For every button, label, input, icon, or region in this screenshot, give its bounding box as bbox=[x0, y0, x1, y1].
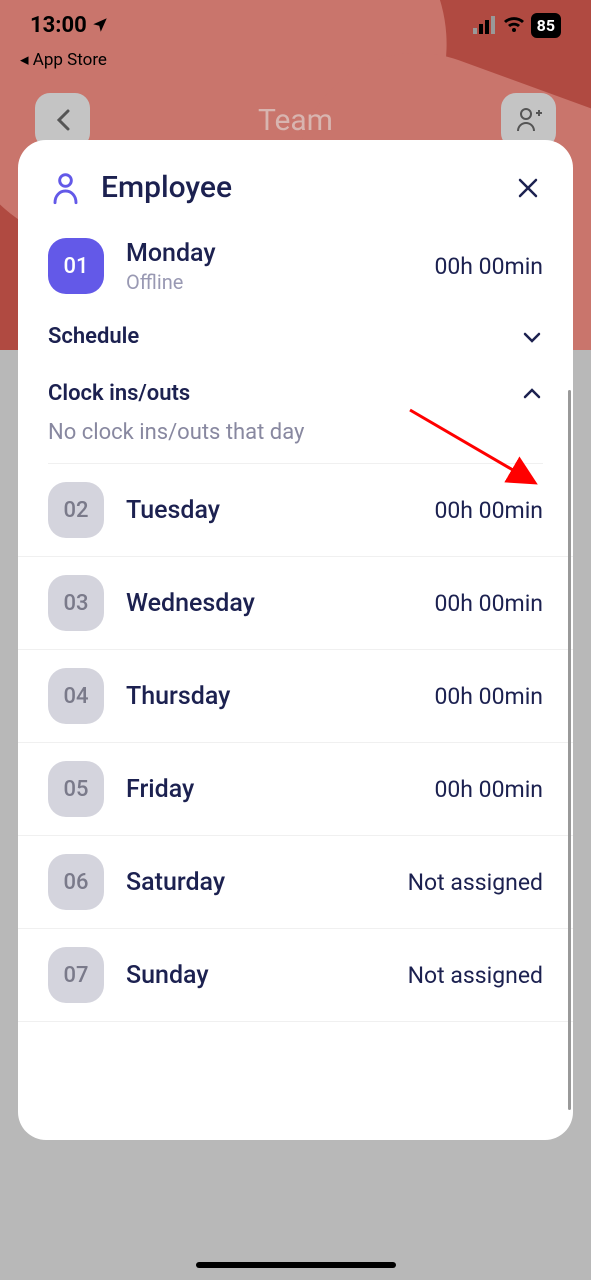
clock-toggle[interactable]: Clock ins/outs bbox=[48, 371, 543, 416]
day-info: Friday bbox=[126, 775, 434, 804]
schedule-label: Schedule bbox=[48, 324, 139, 349]
day-duration: 00h 00min bbox=[434, 497, 543, 524]
close-button[interactable] bbox=[513, 173, 543, 203]
scrollbar[interactable] bbox=[568, 390, 571, 1110]
day-duration: 00h 00min bbox=[434, 776, 543, 803]
day-info: Thursday bbox=[126, 682, 434, 711]
day-badge: 04 bbox=[48, 668, 104, 724]
day-row-selected[interactable]: 01 Monday Offline 00h 00min bbox=[18, 220, 573, 302]
day-info: Saturday bbox=[126, 868, 408, 897]
day-duration: 00h 00min bbox=[434, 683, 543, 710]
status-time: 13:00 bbox=[30, 13, 109, 38]
day-name: Sunday bbox=[126, 961, 408, 990]
day-row[interactable]: 06 Saturday Not assigned bbox=[18, 836, 573, 929]
person-icon bbox=[48, 170, 83, 205]
day-badge: 06 bbox=[48, 854, 104, 910]
day-badge: 05 bbox=[48, 761, 104, 817]
status-bar: 13:00 85 bbox=[0, 0, 591, 50]
day-duration: Not assigned bbox=[408, 962, 543, 989]
status-right: 85 bbox=[473, 13, 561, 38]
day-name: Saturday bbox=[126, 868, 408, 897]
close-icon bbox=[516, 176, 540, 200]
signal-icon bbox=[473, 16, 497, 34]
clock-label: Clock ins/outs bbox=[48, 381, 190, 406]
day-badge: 03 bbox=[48, 575, 104, 631]
day-duration: 00h 00min bbox=[434, 590, 543, 617]
day-name: Monday bbox=[126, 239, 434, 268]
day-status: Offline bbox=[126, 270, 434, 294]
day-info: Monday Offline bbox=[126, 239, 434, 294]
schedule-toggle[interactable]: Schedule bbox=[48, 314, 543, 359]
chevron-down-icon bbox=[521, 326, 543, 348]
person-plus-icon bbox=[514, 105, 544, 135]
day-duration: 00h 00min bbox=[434, 253, 543, 280]
clock-section: Clock ins/outs No clock ins/outs that da… bbox=[18, 359, 573, 464]
home-indicator[interactable] bbox=[196, 1262, 396, 1268]
modal-title: Employee bbox=[101, 170, 513, 205]
day-row[interactable]: 03 Wednesday 00h 00min bbox=[18, 557, 573, 650]
battery-level: 85 bbox=[531, 13, 561, 38]
wifi-icon bbox=[503, 16, 525, 34]
day-row[interactable]: 05 Friday 00h 00min bbox=[18, 743, 573, 836]
day-name: Wednesday bbox=[126, 589, 434, 618]
modal-header: Employee bbox=[18, 170, 573, 220]
chevron-left-icon bbox=[56, 109, 70, 131]
day-info: Sunday bbox=[126, 961, 408, 990]
day-info: Wednesday bbox=[126, 589, 434, 618]
chevron-up-icon bbox=[521, 383, 543, 405]
day-badge: 01 bbox=[48, 238, 104, 294]
employee-modal: Employee 01 Monday Offline 00h 00min Sch… bbox=[18, 140, 573, 1140]
location-arrow-icon bbox=[91, 16, 109, 34]
clock-empty-message: No clock ins/outs that day bbox=[48, 416, 543, 464]
day-row[interactable]: 04 Thursday 00h 00min bbox=[18, 650, 573, 743]
schedule-section: Schedule bbox=[18, 302, 573, 359]
day-badge: 02 bbox=[48, 482, 104, 538]
back-to-appstore[interactable]: ◂ App Store bbox=[20, 50, 107, 70]
time-text: 13:00 bbox=[30, 13, 87, 38]
day-row[interactable]: 07 Sunday Not assigned bbox=[18, 929, 573, 1022]
day-name: Thursday bbox=[126, 682, 434, 711]
day-row[interactable]: 02 Tuesday 00h 00min bbox=[18, 464, 573, 557]
page-title: Team bbox=[258, 103, 333, 138]
day-badge: 07 bbox=[48, 947, 104, 1003]
day-info: Tuesday bbox=[126, 496, 434, 525]
day-duration: Not assigned bbox=[408, 869, 543, 896]
day-name: Tuesday bbox=[126, 496, 434, 525]
day-name: Friday bbox=[126, 775, 434, 804]
